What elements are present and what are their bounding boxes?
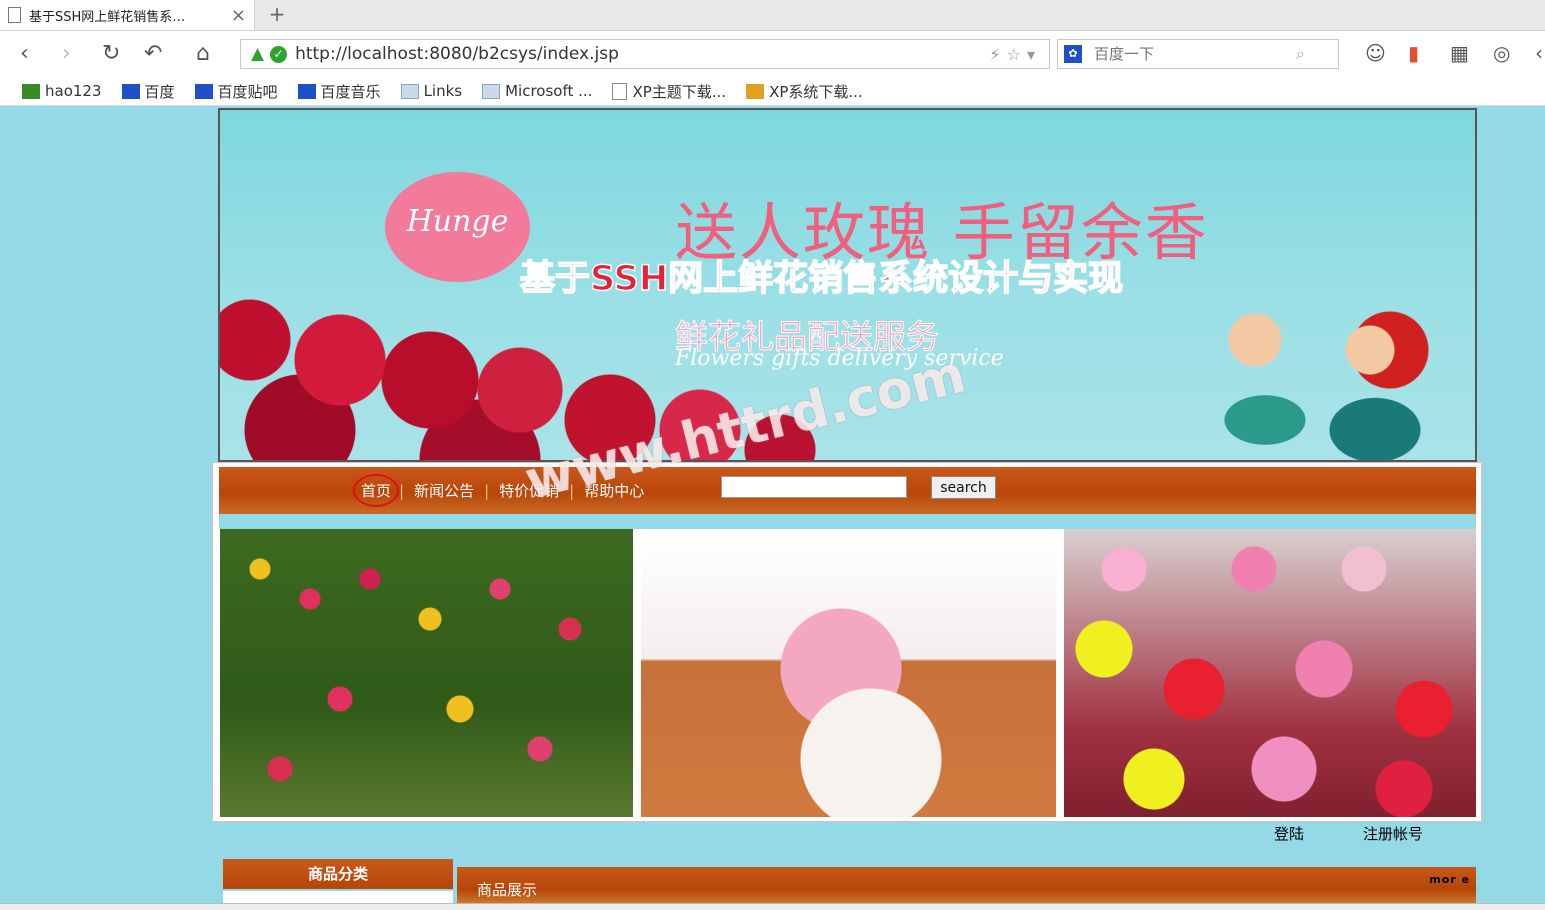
banner-subtitle-en: Flowers gifts delivery service: [675, 346, 1004, 371]
category-header: 商品分类: [223, 859, 453, 889]
flower-vase-photo: [641, 529, 1056, 817]
more-icon[interactable]: ‹: [1535, 41, 1543, 65]
product-header-label: 商品展示: [477, 881, 538, 899]
nav-help-link[interactable]: 帮助中心: [574, 480, 654, 501]
reload-button[interactable]: ↻: [102, 42, 120, 66]
browser-tab-bar: 基于SSH网上鲜花销售系… × +: [0, 0, 1545, 31]
bookmark-xp-system[interactable]: XP系统下载...: [746, 81, 863, 102]
new-tab-button[interactable]: +: [264, 2, 290, 26]
more-link[interactable]: mor e: [1429, 873, 1470, 886]
nav-sale-link[interactable]: 特价促销: [489, 480, 569, 501]
folder-icon: [482, 83, 501, 99]
undo-close-button[interactable]: ↶: [144, 42, 162, 66]
compass-icon[interactable]: ◎: [1493, 41, 1510, 65]
site-banner: Hunge 送人玫瑰 手留余香 基于SSH网上鲜花销售系统设计与实现 鲜花礼品配…: [218, 108, 1477, 462]
browser-tab[interactable]: 基于SSH网上鲜花销售系… ×: [0, 0, 255, 30]
site-nav-bar: 首页 | 新闻公告 | 特价促销 | 帮助中心 search: [219, 467, 1476, 514]
nav-divider: [219, 514, 1476, 529]
bookmark-music[interactable]: 百度音乐: [297, 81, 381, 102]
nav-news-link[interactable]: 新闻公告: [404, 480, 484, 501]
paw-icon[interactable]: ✿: [1064, 45, 1082, 63]
register-link[interactable]: 注册帐号: [1363, 823, 1423, 844]
page-icon: [8, 7, 21, 23]
product-header: 商品展示 mor e: [457, 867, 1476, 905]
address-url[interactable]: http://localhost:8080/b2csys/index.jsp: [295, 44, 989, 64]
browser-toolbar: ‹ › ↻ ↶ ⌂ ▲ ✓ http://localhost:8080/b2cs…: [0, 31, 1545, 77]
tab-title: 基于SSH网上鲜花销售系…: [29, 9, 186, 25]
hao123-icon: [22, 83, 40, 99]
bookmark-links[interactable]: Links: [400, 82, 462, 100]
site-nav-links: 首页 | 新闻公告 | 特价促销 | 帮助中心: [353, 467, 654, 514]
grid-icon[interactable]: ▦: [1450, 41, 1469, 65]
home-button[interactable]: ⌂: [196, 42, 210, 66]
couple-illustration: [1205, 310, 1445, 460]
bookmark-tieba[interactable]: 百度贴吧: [194, 81, 278, 102]
secure-check-icon: ✓: [270, 45, 288, 63]
nav-home-link[interactable]: 首页: [353, 474, 400, 507]
apps-color-icon[interactable]: ▮: [1408, 41, 1419, 65]
shield-icon: ▲: [251, 44, 265, 64]
paw-icon: [121, 83, 140, 99]
site-search-button[interactable]: search: [931, 476, 996, 499]
bookmarks-bar: hao123 百度 百度贴吧 百度音乐 Links Microsoft ... …: [0, 77, 1545, 106]
login-link[interactable]: 登陆: [1274, 823, 1304, 844]
browser-search-input[interactable]: [1092, 44, 1296, 64]
address-tools-icons[interactable]: ⚡☆▾: [989, 45, 1041, 64]
bookmark-hao123[interactable]: hao123: [22, 82, 102, 100]
address-bar[interactable]: ▲ ✓ http://localhost:8080/b2csys/index.j…: [240, 39, 1050, 69]
xp-icon: [746, 83, 765, 99]
chat-icon[interactable]: ☺: [1365, 41, 1386, 65]
tulip-field-photo: [220, 529, 633, 817]
bookmark-baidu[interactable]: 百度: [121, 81, 175, 102]
site-logo: Hunge: [385, 172, 530, 282]
paw-icon: [297, 83, 316, 99]
folder-icon: [400, 83, 419, 99]
document-icon: [612, 82, 628, 100]
close-tab-icon[interactable]: ×: [231, 5, 246, 26]
bookmark-xp-theme[interactable]: XP主题下载...: [612, 81, 726, 102]
bookmark-microsoft[interactable]: Microsoft ...: [482, 82, 592, 100]
site-title: 基于SSH网上鲜花销售系统设计与实现: [519, 258, 1124, 300]
tulip-bouquets-photo: [1064, 529, 1476, 817]
browser-search-box[interactable]: ✿ ⌕: [1057, 39, 1339, 69]
site-search-input[interactable]: [721, 476, 907, 498]
paw-icon: [194, 83, 213, 99]
search-icon[interactable]: ⌕: [1296, 44, 1305, 64]
forward-button[interactable]: ›: [62, 42, 71, 66]
back-button[interactable]: ‹: [20, 42, 29, 66]
